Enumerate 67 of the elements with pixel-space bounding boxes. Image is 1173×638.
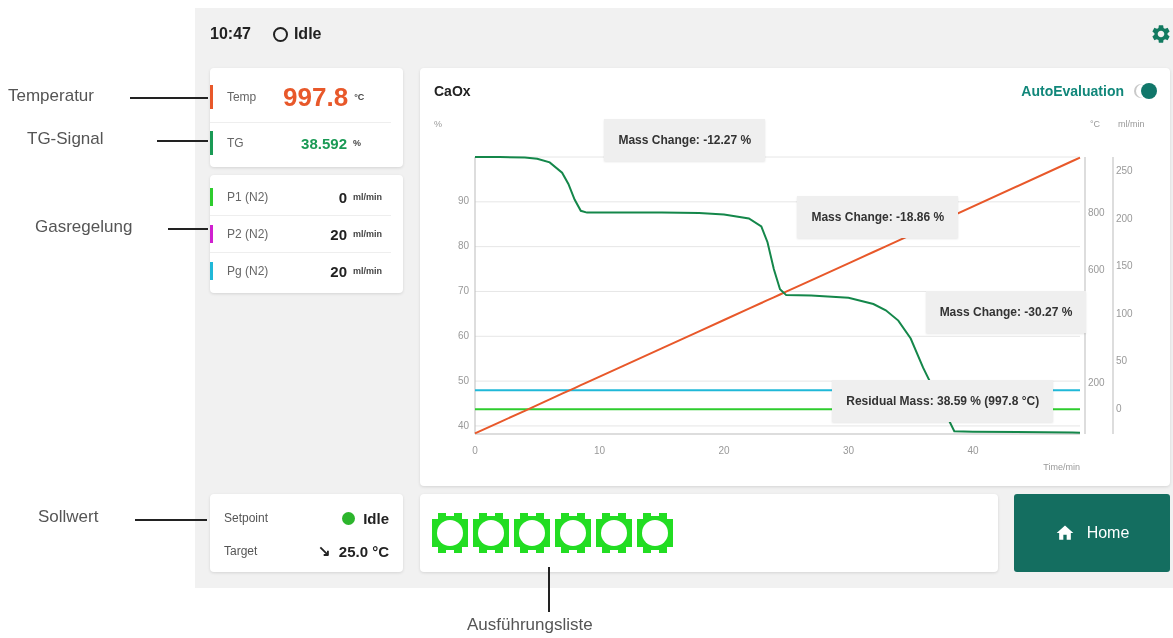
gas-value: 20 <box>330 225 347 243</box>
leader-line <box>157 140 208 142</box>
annotation-callout: Mass Change: -12.27 % <box>604 118 766 161</box>
tick-label: 250 <box>1116 164 1133 176</box>
reading-label: Temp <box>226 90 258 104</box>
gas-label: P2 (N2) <box>227 227 270 241</box>
home-icon <box>1054 523 1075 543</box>
gas-unit: ml/min <box>353 229 383 239</box>
tick-label: 800 <box>1088 207 1105 219</box>
callout-label: Temperatur <box>8 86 94 106</box>
gas-unit: ml/min <box>353 192 383 202</box>
reading-unit: % <box>353 138 362 148</box>
status-ring-icon <box>272 26 288 42</box>
target-value: 25.0 °C <box>338 542 389 560</box>
reading-value: 38.592 <box>301 134 347 152</box>
annotation-callout: Mass Change: -30.27 % <box>925 291 1087 333</box>
tick-label: 20 <box>718 445 730 456</box>
tick-label: 0 <box>1116 402 1122 414</box>
tick-label: 0 <box>472 445 478 456</box>
tick-label: 200 <box>1088 377 1105 389</box>
toggle-switch[interactable] <box>1134 83 1156 98</box>
tick-label: 90 <box>457 195 469 207</box>
reading-value: 997.8 <box>283 81 349 113</box>
callout-label: Sollwert <box>38 507 99 527</box>
annotation-callout: Residual Mass: 38.59 % (997.8 °C) <box>832 380 1054 423</box>
setpoint-label: Setpoint <box>224 511 270 526</box>
clock-time: 10:47 <box>210 25 251 43</box>
callout-label: Gasregelung <box>35 217 133 237</box>
callout-label: TG-Signal <box>27 129 104 149</box>
tick-label: 40 <box>457 419 469 431</box>
status-text: Idle <box>293 25 322 43</box>
axis-title: Time/min <box>1043 462 1080 472</box>
tick-label: 100 <box>1116 307 1133 319</box>
toggle-label: AutoEvaluation <box>1021 82 1124 99</box>
trend-arrow: ↘ <box>317 542 331 561</box>
tick-label: 10 <box>593 445 606 456</box>
gas-label: Pg (N2) <box>227 264 270 278</box>
status-dot-icon <box>342 511 356 525</box>
leader-line <box>168 228 208 230</box>
axis-unit: ml/min <box>1118 119 1145 129</box>
axis-unit: °C <box>1090 119 1101 129</box>
callout-label: Ausführungsliste <box>467 615 593 635</box>
gas-value: 20 <box>330 262 347 280</box>
tick-label: 40 <box>967 445 979 456</box>
gas-unit: ml/min <box>353 266 383 276</box>
setpoint-status: Idle <box>363 509 389 527</box>
tick-label: 200 <box>1116 212 1133 224</box>
reading-unit: °C <box>354 92 366 102</box>
axis-unit: % <box>434 119 442 129</box>
leader-line <box>135 519 207 521</box>
tick-label: 30 <box>842 445 854 456</box>
tick-label: 50 <box>1116 355 1128 367</box>
tick-label: 80 <box>457 240 469 252</box>
home-button[interactable]: Home <box>1014 494 1170 572</box>
target-label: Target <box>224 544 259 559</box>
leader-line <box>548 567 550 612</box>
tick-label: 70 <box>457 285 469 297</box>
tick-label: 150 <box>1116 260 1133 272</box>
settings-icon[interactable] <box>1150 23 1172 45</box>
tick-label: 60 <box>457 329 469 341</box>
tick-label: 600 <box>1088 264 1105 276</box>
gas-label: P1 (N2) <box>227 190 270 204</box>
gas-value: 0 <box>338 188 347 206</box>
chart-title: CaOx <box>434 82 471 99</box>
tick-label: 50 <box>457 374 469 386</box>
reading-label: TG <box>227 136 245 150</box>
annotation-callout: Mass Change: -18.86 % <box>797 196 959 238</box>
